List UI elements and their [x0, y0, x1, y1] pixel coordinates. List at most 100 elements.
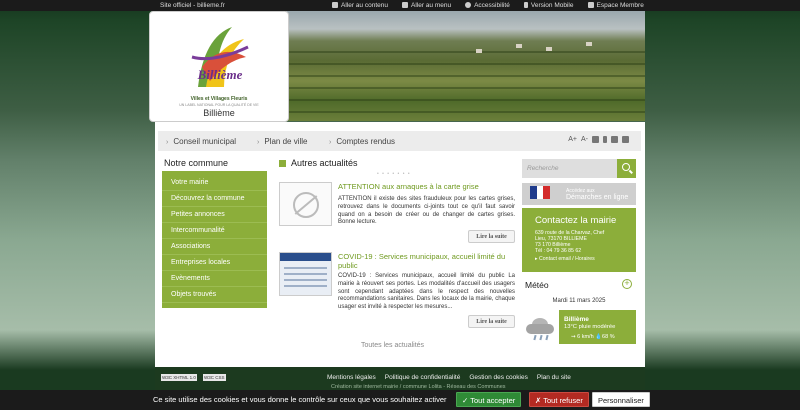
article-text: ATTENTION il existe des sites frauduleux…: [338, 196, 515, 226]
humidity-value: 68 %: [602, 334, 615, 340]
member-space-label: Espace Membre: [596, 1, 644, 9]
contact-email-label: Contact email / Horaires: [539, 256, 595, 262]
member-icon: [587, 2, 594, 8]
commune-logo: Billième: [191, 27, 249, 87]
top-links: Aller au contenu Aller au menu Accessibi…: [332, 2, 658, 9]
meteo-panel: Billième 13°C pluie modérée ⇝ 6 km/h 💧68…: [559, 310, 636, 344]
label-villes-fleuris: Villes et Villages Fleuris: [190, 96, 248, 102]
carousel-dots[interactable]: • • • • • • •: [377, 171, 411, 177]
logo-wordmark: Billième: [197, 67, 243, 82]
chevron-right-icon: ›: [166, 139, 169, 146]
demarches-banner[interactable]: Accédez aux Démarches en ligne: [522, 183, 636, 205]
font-decrease-button[interactable]: A-: [581, 136, 588, 143]
news-title-label: Autres actualités: [291, 158, 358, 168]
footer-confidentialite[interactable]: Politique de confidentialité: [385, 374, 461, 381]
sidebar-item-votre-mairie[interactable]: Votre mairie: [162, 175, 267, 191]
meteo-date: Mardi 11 mars 2025: [552, 298, 606, 304]
site-label: Site officiel - billieme.fr: [160, 1, 225, 9]
monitor-icon: [401, 2, 408, 8]
mobile-icon: [523, 2, 528, 8]
top-bar: Site officiel - billieme.fr Aller au con…: [0, 0, 800, 11]
mail-icon[interactable]: [592, 136, 599, 143]
commune-name: Billième: [203, 108, 235, 118]
contact-email-link[interactable]: ▸ Contact email / Horaires: [535, 256, 595, 262]
sidebar-item-associations[interactable]: Associations: [162, 239, 267, 255]
sidebar-menu: Votre mairie Découvrez la commune Petite…: [162, 171, 267, 308]
cookie-banner: Ce site utilise des cookies et vous donn…: [0, 390, 800, 410]
logo-card[interactable]: Billième Villes et Villages Fleuris UN L…: [149, 11, 289, 122]
w3c-xhtml-badge[interactable]: W3C XHTML 1.0: [161, 374, 197, 381]
nav-label: Plan de ville: [264, 137, 308, 146]
nav-comptes-rendus[interactable]: › Comptes rendus: [329, 137, 395, 146]
accessibility-link[interactable]: Accessibilité: [465, 2, 510, 9]
accept-all-button[interactable]: ✓ Tout accepter: [456, 392, 522, 407]
label-tiny: UN LABEL NATIONAL POUR LA QUALITÉ DE VIE: [179, 103, 259, 107]
article-text: COVID-19 : Services municipaux, accueil …: [338, 273, 515, 311]
customize-button[interactable]: Personnaliser: [592, 392, 650, 407]
refuse-all-button[interactable]: ✗ Tout refuser: [529, 392, 589, 407]
sidebar-title: Notre commune: [164, 158, 229, 168]
main-nav: › Conseil municipal › Plan de ville › Compt…: [158, 131, 641, 151]
search-button[interactable]: [617, 159, 636, 178]
sidebar-item-objets-trouves[interactable]: Objets trouvés: [162, 287, 267, 303]
footer-mentions-legales[interactable]: Mentions légales: [327, 374, 376, 381]
skip-content-label: Aller au contenu: [341, 1, 388, 9]
sidebar-item-decouvrez[interactable]: Découvrez la commune: [162, 191, 267, 207]
contact-phone: Tél : 04 79 36 85 62: [535, 248, 582, 254]
nav-conseil-municipal[interactable]: › Conseil municipal: [166, 137, 236, 146]
meteo-widget: Billième 13°C pluie modérée ⇝ 6 km/h 💧68…: [522, 310, 636, 344]
meteo-title: Météo: [525, 280, 549, 290]
rain-cloud-icon: [526, 315, 557, 342]
wind-icon: ⇝: [571, 334, 576, 340]
news-article: ATTENTION aux arnaques à la carte grise …: [279, 182, 515, 244]
meteo-wind: ⇝ 6 km/h 💧68 %: [571, 334, 615, 340]
monitor-icon: [332, 2, 338, 8]
plus-icon[interactable]: +: [622, 279, 632, 289]
member-space-link[interactable]: Espace Membre: [587, 1, 644, 9]
read-more-button[interactable]: Lire la suite: [468, 315, 515, 328]
footer-cookies[interactable]: Gestion des cookies: [469, 374, 528, 381]
badge-label: W3C XHTML 1.0: [161, 374, 197, 381]
square-bullet-icon: [279, 159, 286, 167]
w3c-css-badge[interactable]: W3C CSS: [203, 374, 226, 381]
font-increase-button[interactable]: A+: [568, 136, 577, 143]
page-tools: A+ A-: [568, 136, 629, 143]
search-box: Recherche: [522, 159, 636, 178]
skip-menu-link[interactable]: Aller au menu: [401, 1, 452, 9]
sidebar-item-entreprises[interactable]: Entreprises locales: [162, 255, 267, 271]
mobile-version-label: Version Mobile: [530, 1, 574, 9]
sidebar-item-evenements[interactable]: Evènements: [162, 271, 267, 287]
sidebar-item-petites-annonces[interactable]: Petites annonces: [162, 207, 267, 223]
article-thumbnail[interactable]: [279, 252, 332, 296]
search-input[interactable]: Recherche: [527, 165, 558, 172]
meteo-desc: 13°C pluie modérée: [564, 323, 616, 330]
wind-value: 6 km/h: [577, 334, 594, 340]
mobile-version-link[interactable]: Version Mobile: [523, 1, 574, 9]
footer-plan-du-site[interactable]: Plan du site: [537, 374, 571, 381]
marianne-flag-icon: [530, 186, 550, 199]
footer-links: Mentions légales Politique de confidenti…: [327, 374, 580, 381]
footer: W3C XHTML 1.0 W3C CSS Mentions légales P…: [155, 367, 645, 392]
meteo-city: Billième: [564, 316, 589, 323]
no-image-icon[interactable]: [279, 182, 332, 226]
skip-menu-label: Aller au menu: [410, 1, 452, 9]
news-title: Autres actualités: [279, 158, 358, 168]
print-icon[interactable]: [622, 136, 629, 143]
read-more-button[interactable]: Lire la suite: [468, 230, 515, 243]
skip-content-link[interactable]: Aller au contenu: [332, 2, 388, 9]
cookie-message: Ce site utilise des cookies et vous donn…: [153, 395, 447, 404]
nav-plan-de-ville[interactable]: › Plan de ville: [257, 137, 307, 146]
demarches-line2: Démarches en ligne: [566, 194, 629, 201]
chevron-right-icon: ›: [329, 139, 332, 146]
nav-label: Conseil municipal: [173, 137, 237, 146]
sidebar-item-intercommunalite[interactable]: Intercommunalité: [162, 223, 267, 239]
all-news-link[interactable]: Toutes les actualités: [361, 342, 424, 349]
contact-box: Contactez la mairie 639 route de la Char…: [522, 208, 636, 272]
nav-label: Comptes rendus: [336, 137, 396, 146]
contact-title: Contactez la mairie: [535, 215, 617, 226]
article-title[interactable]: COVID-19 : Services municipaux, accueil …: [338, 252, 515, 270]
main-content: › Conseil municipal › Plan de ville › Compt…: [155, 122, 645, 367]
twitter-icon[interactable]: [611, 136, 618, 143]
article-title[interactable]: ATTENTION aux arnaques à la carte grise: [338, 182, 515, 191]
facebook-icon[interactable]: [603, 136, 607, 143]
